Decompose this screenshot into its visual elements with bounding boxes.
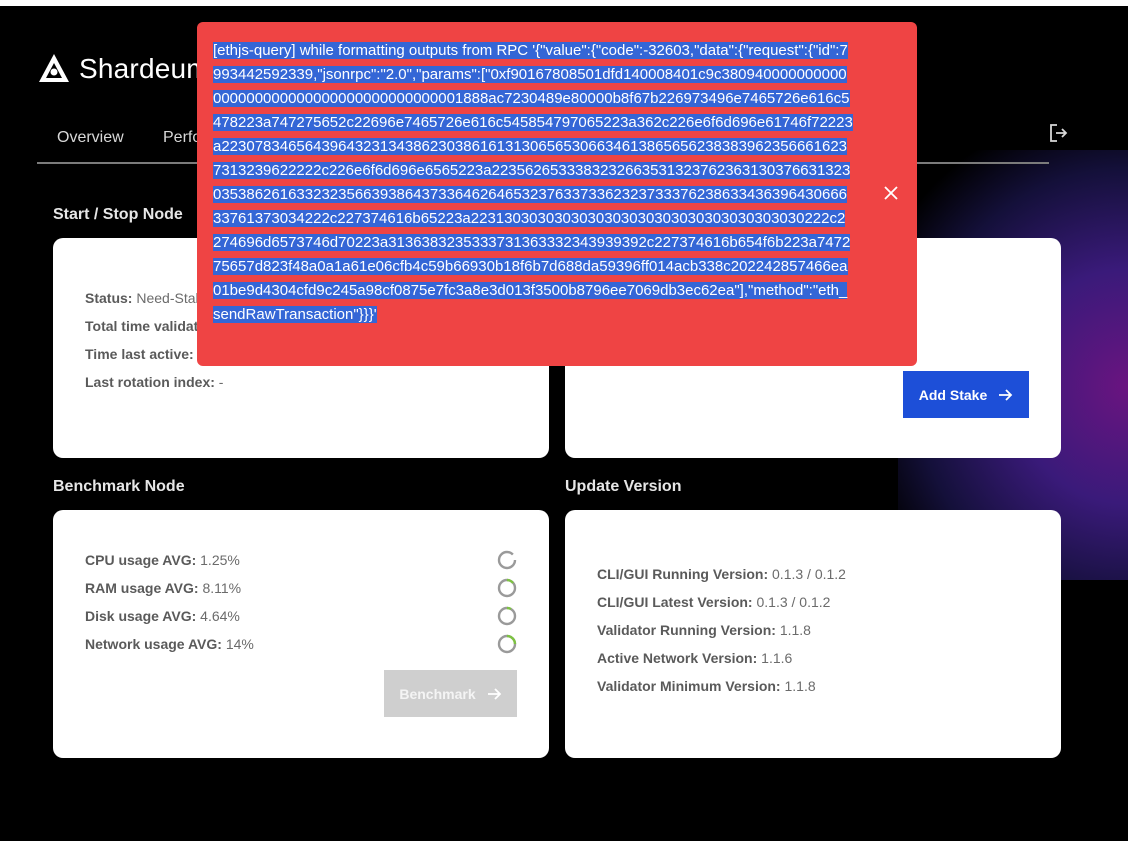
benchmark-button[interactable]: Benchmark <box>384 670 517 717</box>
time-last-active-label: Time last active: <box>85 346 194 362</box>
network-spinner-icon <box>497 634 517 654</box>
brand-logo[interactable]: Shardeum <box>37 52 210 86</box>
update-version-title: Update Version <box>565 478 682 495</box>
cpu-usage-row: CPU usage AVG: 1.25% <box>85 552 240 568</box>
last-rotation-value: - <box>218 374 224 390</box>
ram-usage-label: RAM usage AVG: <box>85 580 199 596</box>
arrow-right-icon <box>999 388 1013 401</box>
status-label: Status: <box>85 290 133 306</box>
top-strip <box>0 0 1128 6</box>
active-network-label: Active Network Version: <box>597 650 758 666</box>
logout-icon[interactable] <box>1047 122 1069 144</box>
benchmark-card: CPU usage AVG: 1.25% RAM usage AVG: 8.11… <box>53 510 549 758</box>
ram-usage-row: RAM usage AVG: 8.11% <box>85 580 241 596</box>
last-rotation-label: Last rotation index: <box>85 374 215 390</box>
network-usage-label: Network usage AVG: <box>85 636 222 652</box>
cli-latest-row: CLI/GUI Latest Version: 0.1.3 / 0.1.2 <box>597 594 830 610</box>
benchmark-label: Benchmark <box>399 685 476 702</box>
validator-minimum-row: Validator Minimum Version: 1.1.8 <box>597 678 816 694</box>
network-usage-row: Network usage AVG: 14% <box>85 636 254 652</box>
last-rotation-row: Last rotation index: - <box>85 374 223 390</box>
cli-latest-value: 0.1.3 / 0.1.2 <box>756 594 831 610</box>
close-icon[interactable] <box>883 185 899 201</box>
error-message-text: [ethjs-query] while formatting outputs f… <box>213 42 853 323</box>
start-stop-title: Start / Stop Node <box>53 206 183 223</box>
cli-running-row: CLI/GUI Running Version: 0.1.3 / 0.1.2 <box>597 566 846 582</box>
cli-latest-label: CLI/GUI Latest Version: <box>597 594 753 610</box>
ram-spinner-icon <box>497 578 517 598</box>
validator-running-label: Validator Running Version: <box>597 622 776 638</box>
arrow-right-icon <box>487 687 501 700</box>
shardeum-logo-icon <box>39 54 69 82</box>
add-stake-button[interactable]: Add Stake <box>903 371 1029 418</box>
tab-overview[interactable]: Overview <box>57 129 124 147</box>
update-version-card: CLI/GUI Running Version: 0.1.3 / 0.1.2 C… <box>565 510 1061 758</box>
ram-usage-value: 8.11% <box>202 580 242 596</box>
cli-running-value: 0.1.3 / 0.1.2 <box>772 566 846 582</box>
disk-usage-label: Disk usage AVG: <box>85 608 197 624</box>
validator-running-value: 1.1.8 <box>779 622 811 638</box>
validator-running-row: Validator Running Version: 1.1.8 <box>597 622 811 638</box>
cpu-usage-value: 1.25% <box>200 552 240 568</box>
active-network-value: 1.1.6 <box>761 650 793 666</box>
cpu-usage-label: CPU usage AVG: <box>85 552 197 568</box>
total-time-row: Total time validati <box>85 318 202 334</box>
add-stake-label: Add Stake <box>918 386 988 403</box>
tab-performance[interactable]: Perfo <box>163 129 201 147</box>
disk-usage-row: Disk usage AVG: 4.64% <box>85 608 240 624</box>
time-last-active-row: Time last active: - <box>85 346 202 362</box>
total-time-label: Total time validati <box>85 318 203 334</box>
validator-minimum-value: 1.1.8 <box>784 678 816 694</box>
brand-name: Shardeum <box>79 53 210 84</box>
status-row: Status: Need-Stak <box>85 290 203 306</box>
active-network-row: Active Network Version: 1.1.6 <box>597 650 792 666</box>
network-usage-value: 14% <box>225 636 254 652</box>
disk-usage-value: 4.64% <box>200 608 240 624</box>
disk-spinner-icon <box>497 606 517 626</box>
status-value: Need-Stak <box>136 290 203 306</box>
error-toast: [ethjs-query] while formatting outputs f… <box>197 22 917 366</box>
cpu-spinner-icon <box>497 550 517 570</box>
cli-running-label: CLI/GUI Running Version: <box>597 566 769 582</box>
error-message[interactable]: [ethjs-query] while formatting outputs f… <box>213 39 853 327</box>
validator-minimum-label: Validator Minimum Version: <box>597 678 781 694</box>
benchmark-title: Benchmark Node <box>53 478 185 495</box>
